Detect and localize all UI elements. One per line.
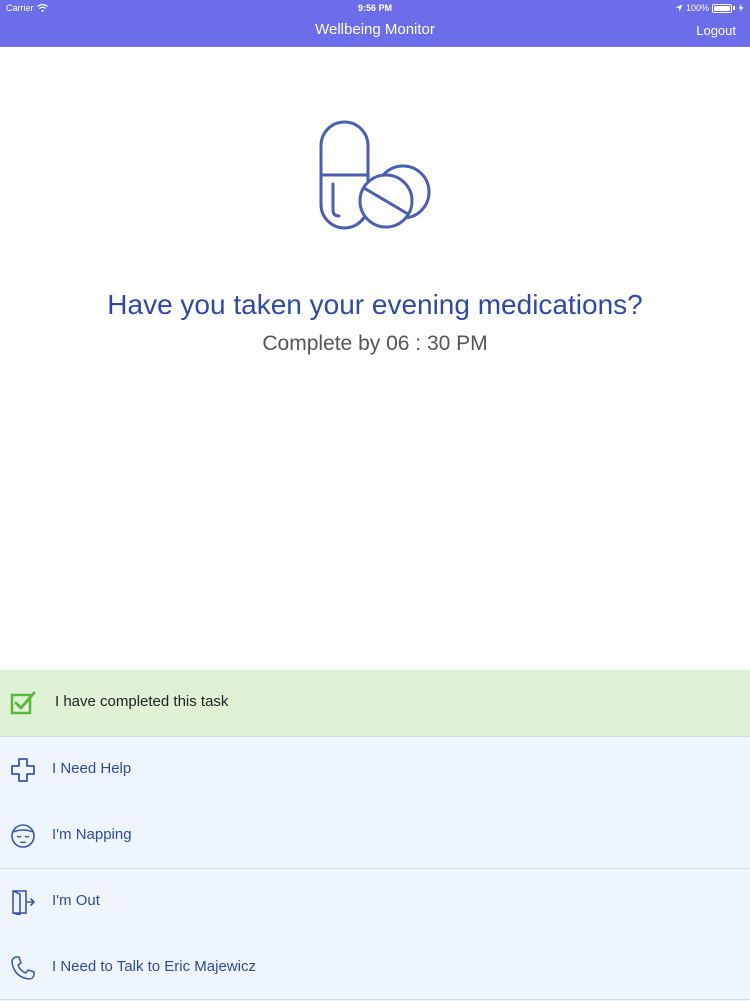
phone-icon	[11, 956, 35, 980]
battery-status: 100%	[675, 3, 744, 13]
plus-cross-icon	[11, 758, 35, 782]
option-label: I have completed this task	[55, 693, 229, 710]
battery-percent: 100%	[685, 3, 709, 13]
task-deadline: Complete by 06 : 30 PM	[262, 332, 488, 355]
option-label: I Need to Talk to Eric Majewicz	[52, 958, 256, 975]
status-time: 9:56 PM	[357, 3, 392, 13]
talk-to-contact-option[interactable]: I Need to Talk to Eric Majewicz	[0, 935, 750, 1001]
task-question: Have you taken your evening medications?	[107, 289, 643, 320]
pills-icon	[319, 120, 431, 230]
option-label: I'm Napping	[52, 826, 132, 843]
charging-bolt-icon	[738, 4, 744, 12]
navigation-header: Carrier 9:56 PM 100% Wellbeing Monitor L…	[0, 0, 750, 47]
option-label: I Need Help	[52, 760, 132, 777]
battery-tip	[733, 6, 735, 10]
exit-door-icon	[12, 890, 35, 915]
logout-button[interactable]: Logout	[696, 23, 736, 38]
battery-icon	[712, 3, 732, 13]
status-bar: Carrier 9:56 PM 100%	[0, 0, 750, 16]
app-title: Wellbeing Monitor	[315, 21, 435, 38]
completed-task-option[interactable]: I have completed this task	[0, 670, 750, 736]
im-out-option[interactable]: I'm Out	[0, 869, 750, 935]
response-options: I have completed this task I Need Help I…	[0, 670, 750, 1001]
need-help-option[interactable]: I Need Help	[0, 737, 750, 803]
napping-option[interactable]: I'm Napping	[0, 803, 750, 869]
option-label: I'm Out	[52, 892, 100, 909]
location-arrow-icon	[675, 4, 683, 12]
checkbox-checked-icon	[10, 691, 36, 715]
sleeping-face-icon	[11, 824, 35, 848]
